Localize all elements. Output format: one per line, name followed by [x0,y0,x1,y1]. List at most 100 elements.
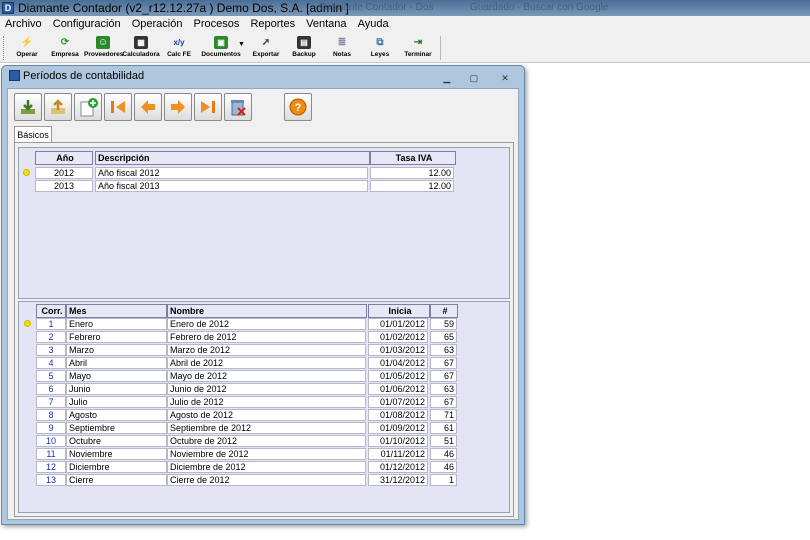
description-cell[interactable]: Año fiscal 2012 [95,167,368,179]
vat-cell[interactable]: 12.00 [370,180,454,192]
period-name-cell[interactable]: Marzo de 2012 [167,344,366,356]
column-header-name[interactable]: Nombre [167,304,367,318]
corr-cell[interactable]: 9 [36,422,66,434]
corr-cell[interactable]: 10 [36,435,66,447]
column-header-corr[interactable]: Corr. [36,304,66,318]
period-name-cell[interactable]: Noviembre de 2012 [167,448,366,460]
start-date-cell[interactable]: 01/10/2012 [368,435,428,447]
start-date-cell[interactable]: 01/12/2012 [368,461,428,473]
column-header-month[interactable]: Mes [66,304,167,318]
menu-ayuda[interactable]: Ayuda [354,16,393,33]
period-name-cell[interactable]: Febrero de 2012 [167,331,366,343]
start-date-cell[interactable]: 01/04/2012 [368,357,428,369]
period-name-cell[interactable]: Junio de 2012 [167,383,366,395]
last-button[interactable] [194,93,222,121]
month-cell[interactable]: Junio [66,383,167,395]
month-cell[interactable]: Abril [66,357,167,369]
corr-cell[interactable]: 7 [36,396,66,408]
delete-button[interactable] [224,93,252,121]
count-cell[interactable]: 67 [430,370,457,382]
help-button[interactable]: ? [284,93,312,121]
corr-cell[interactable]: 6 [36,383,66,395]
month-cell[interactable]: Febrero [66,331,167,343]
year-cell[interactable]: 2012 [35,167,93,179]
corr-cell[interactable]: 3 [36,344,66,356]
start-date-cell[interactable]: 31/12/2012 [368,474,428,486]
month-cell[interactable]: Marzo [66,344,167,356]
start-date-cell[interactable]: 01/02/2012 [368,331,428,343]
count-cell[interactable]: 59 [430,318,457,330]
toolbar-exportar-button[interactable]: ➚ Exportar [247,35,285,61]
next-button[interactable] [164,93,192,121]
column-header-year[interactable]: Año [35,151,93,165]
first-button[interactable] [104,93,132,121]
month-cell[interactable]: Octubre [66,435,167,447]
count-cell[interactable]: 71 [430,409,457,421]
column-header-count[interactable]: # [430,304,458,318]
count-cell[interactable]: 1 [430,474,457,486]
year-cell[interactable]: 2013 [35,180,93,192]
month-cell[interactable]: Julio [66,396,167,408]
dropdown-arrow-icon[interactable]: ▼ [238,41,245,48]
start-date-cell[interactable]: 01/06/2012 [368,383,428,395]
start-date-cell[interactable]: 01/09/2012 [368,422,428,434]
corr-cell[interactable]: 13 [36,474,66,486]
start-date-cell[interactable]: 01/08/2012 [368,409,428,421]
period-name-cell[interactable]: Agosto de 2012 [167,409,366,421]
period-name-cell[interactable]: Octubre de 2012 [167,435,366,447]
start-date-cell[interactable]: 01/07/2012 [368,396,428,408]
toolbar-documentos-button[interactable]: ▣ Documentos ▼ [198,35,245,61]
previous-button[interactable] [134,93,162,121]
month-cell[interactable]: Septiembre [66,422,167,434]
save-button[interactable] [14,93,42,121]
month-cell[interactable]: Enero [66,318,167,330]
open-button[interactable] [44,93,72,121]
menu-ventana[interactable]: Ventana [302,16,350,33]
start-date-cell[interactable]: 01/11/2012 [368,448,428,460]
corr-cell[interactable]: 12 [36,461,66,473]
toolbar-notas-button[interactable]: ≣ Notas [323,35,361,61]
period-name-cell[interactable]: Julio de 2012 [167,396,366,408]
toolbar-terminar-button[interactable]: ⇥ Terminar [399,35,437,61]
menu-archivo[interactable]: Archivo [0,16,46,33]
count-cell[interactable]: 51 [430,435,457,447]
menu-configuracion[interactable]: Configuración [49,16,125,33]
period-name-cell[interactable]: Abril de 2012 [167,357,366,369]
period-name-cell[interactable]: Enero de 2012 [167,318,366,330]
minimize-icon[interactable]: ▁ [436,72,458,85]
corr-cell[interactable]: 5 [36,370,66,382]
column-header-start[interactable]: Inicia [368,304,430,318]
count-cell[interactable]: 67 [430,396,457,408]
count-cell[interactable]: 65 [430,331,457,343]
column-header-description[interactable]: Descripción [95,151,370,165]
period-name-cell[interactable]: Diciembre de 2012 [167,461,366,473]
toolbar-leyes-button[interactable]: ⧉ Leyes [361,35,399,61]
toolbar-proveedores-button[interactable]: ☺ Proveedores [84,35,123,61]
count-cell[interactable]: 46 [430,461,457,473]
month-cell[interactable]: Mayo [66,370,167,382]
month-cell[interactable]: Agosto [66,409,167,421]
period-name-cell[interactable]: Cierre de 2012 [167,474,366,486]
toolbar-operar-button[interactable]: ⚡ Operar [8,35,46,61]
corr-cell[interactable]: 11 [36,448,66,460]
corr-cell[interactable]: 8 [36,409,66,421]
menu-procesos[interactable]: Procesos [190,16,244,33]
new-button[interactable] [74,93,102,121]
toolbar-empresa-button[interactable]: ⟳ Empresa [46,35,84,61]
corr-cell[interactable]: 4 [36,357,66,369]
close-icon[interactable]: ✕ [490,72,520,85]
maximize-icon[interactable]: ▢ [463,72,485,85]
count-cell[interactable]: 63 [430,344,457,356]
column-header-vat[interactable]: Tasa IVA [370,151,456,165]
tab-basicos[interactable]: Básicos [14,126,52,143]
toolbar-calculadora-button[interactable]: ▦ Calculadora [122,35,160,61]
menu-reportes[interactable]: Reportes [246,16,299,33]
count-cell[interactable]: 63 [430,383,457,395]
period-name-cell[interactable]: Septiembre de 2012 [167,422,366,434]
start-date-cell[interactable]: 01/01/2012 [368,318,428,330]
count-cell[interactable]: 46 [430,448,457,460]
month-cell[interactable]: Noviembre [66,448,167,460]
toolbar-backup-button[interactable]: ▤ Backup [285,35,323,61]
count-cell[interactable]: 61 [430,422,457,434]
vat-cell[interactable]: 12.00 [370,167,454,179]
